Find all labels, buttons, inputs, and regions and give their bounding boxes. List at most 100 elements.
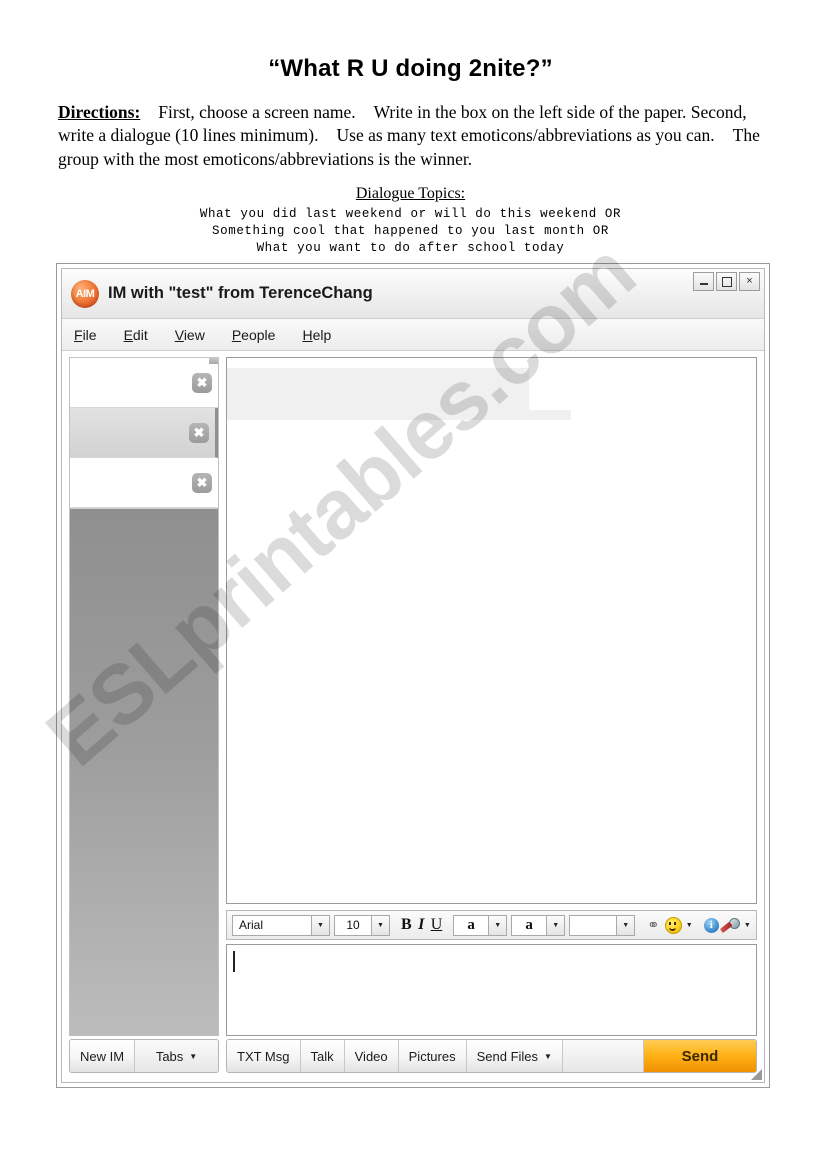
- resize-grip[interactable]: [750, 1068, 762, 1080]
- chevron-down-icon[interactable]: ▼: [311, 915, 329, 935]
- aim-window-frame: AIM IM with "test" from TerenceChang × F…: [56, 263, 770, 1088]
- directions-block: Directions: First, choose a screen name. W…: [58, 101, 771, 171]
- menubar: File Edit View People Help: [62, 319, 764, 351]
- font-family-select[interactable]: Arial ▼: [232, 914, 330, 936]
- format-toolbar: Arial ▼ 10 ▼ B I U a ▼ a ▼ ▼ ⚭ ▼ i ▼: [226, 910, 757, 940]
- right-button-group: TXT Msg Talk Video Pictures Send Files ▼ …: [226, 1039, 757, 1073]
- new-im-button[interactable]: New IM: [70, 1040, 136, 1072]
- menu-accel: V: [174, 326, 184, 343]
- background-color-swatch: [570, 916, 616, 935]
- background-color-select[interactable]: ▼: [569, 914, 636, 936]
- maximize-icon[interactable]: [716, 272, 737, 291]
- menu-item-help[interactable]: Help: [302, 327, 331, 343]
- text-color-glyph: a: [467, 916, 475, 933]
- txt-msg-label: TXT Msg: [237, 1048, 290, 1064]
- directions-line1a: First, choose a screen name.: [158, 102, 356, 122]
- menu-accel: E: [123, 326, 133, 343]
- dialogue-topics-heading: Dialogue Topics:: [355, 184, 466, 202]
- page-title: “What R U doing 2nite?”: [268, 55, 553, 82]
- menu-label: dit: [132, 326, 148, 343]
- directions-line1b: Write in the box on the left side of the…: [373, 102, 687, 122]
- aim-logo-icon: AIM: [71, 279, 99, 308]
- conversation-tabs-sidebar: ✖ ✖ ✖: [69, 357, 219, 1036]
- conversation-tab[interactable]: ✖: [70, 458, 218, 508]
- conversation-tab-selected[interactable]: ✖: [70, 408, 218, 458]
- tab-close-icon[interactable]: ✖: [189, 422, 209, 443]
- menu-accel: F: [74, 326, 83, 343]
- underline-button[interactable]: U: [431, 916, 443, 934]
- topic-line: What you want to do after school today: [256, 241, 565, 256]
- menu-label: iew: [183, 326, 205, 343]
- window-controls: ×: [693, 272, 760, 291]
- talk-label: Talk: [310, 1048, 334, 1064]
- video-label: Video: [354, 1048, 388, 1064]
- chevron-down-icon[interactable]: ▼: [744, 921, 751, 929]
- menu-item-file[interactable]: File: [74, 327, 97, 343]
- menu-accel: P: [231, 326, 242, 343]
- pictures-button[interactable]: Pictures: [398, 1040, 467, 1072]
- microphone-icon[interactable]: [719, 915, 740, 935]
- info-icon[interactable]: i: [703, 915, 719, 935]
- tab-list: ✖ ✖ ✖: [70, 358, 218, 508]
- send-files-button[interactable]: Send Files ▼: [466, 1040, 563, 1072]
- chevron-down-icon[interactable]: ▼: [488, 915, 507, 935]
- message-placeholder-block: [227, 368, 529, 410]
- chevron-down-icon: ▼: [189, 1051, 198, 1061]
- topic-line: Something cool that happened to you last…: [212, 224, 609, 239]
- send-files-label: Send Files: [476, 1048, 539, 1064]
- chevron-down-icon[interactable]: ▼: [371, 915, 389, 935]
- chevron-down-icon[interactable]: ▼: [616, 915, 635, 935]
- menu-item-view[interactable]: View: [175, 327, 205, 343]
- send-button[interactable]: Send: [644, 1040, 756, 1072]
- pictures-label: Pictures: [408, 1048, 456, 1064]
- txt-msg-button[interactable]: TXT Msg: [227, 1040, 301, 1072]
- info-icon-glyph: i: [703, 917, 719, 933]
- menu-label: eople: [241, 326, 276, 343]
- menu-label: elp: [312, 326, 332, 343]
- chevron-down-icon[interactable]: ▼: [686, 921, 693, 929]
- highlight-color-glyph: a: [525, 916, 533, 933]
- close-icon[interactable]: ×: [739, 272, 760, 291]
- sidebar-empty-area: [70, 508, 218, 1036]
- dialogue-topics-section: Dialogue Topics: What you did last weeke…: [0, 185, 821, 258]
- aim-window: AIM IM with "test" from TerenceChang × F…: [61, 268, 765, 1083]
- font-size-select[interactable]: 10 ▼: [334, 914, 390, 936]
- left-button-group: New IM Tabs ▼: [69, 1039, 219, 1073]
- new-im-label: New IM: [80, 1048, 125, 1064]
- message-compose-input[interactable]: [226, 944, 757, 1036]
- talk-button[interactable]: Talk: [300, 1040, 345, 1072]
- chevron-down-icon[interactable]: ▼: [546, 915, 565, 935]
- chevron-down-icon: ▼: [544, 1051, 552, 1061]
- video-button[interactable]: Video: [344, 1040, 399, 1072]
- text-color-select[interactable]: a ▼: [453, 914, 508, 936]
- minimize-icon[interactable]: [693, 272, 714, 291]
- link-icon[interactable]: ⚭: [646, 915, 661, 935]
- menu-item-edit[interactable]: Edit: [124, 327, 148, 343]
- menu-label: ile: [82, 326, 97, 343]
- font-family-value: Arial: [239, 918, 264, 932]
- topic-line: What you did last weekend or will do thi…: [199, 206, 622, 221]
- italic-button[interactable]: I: [416, 916, 427, 934]
- directions-line2b: Use as many text emoticons/abbreviations: [336, 125, 632, 146]
- directions-label: Directions:: [58, 102, 141, 122]
- directions-line3a: as you can.: [636, 125, 715, 146]
- bold-button[interactable]: B: [401, 916, 412, 934]
- titlebar: AIM IM with "test" from TerenceChang ×: [62, 269, 764, 319]
- font-size-value: 10: [346, 918, 360, 932]
- message-history-area[interactable]: [226, 357, 757, 904]
- menu-item-people[interactable]: People: [232, 327, 276, 343]
- smiley-icon[interactable]: [664, 915, 682, 935]
- dialogue-topics-list: What you did last weekend or will do thi…: [0, 206, 821, 258]
- message-placeholder-block: [227, 410, 571, 420]
- scrollbar-thumb[interactable]: [209, 358, 218, 364]
- tabs-label: Tabs: [155, 1048, 184, 1064]
- conversation-pane: Arial ▼ 10 ▼ B I U a ▼ a ▼ ▼ ⚭ ▼ i ▼: [226, 357, 757, 1036]
- highlight-color-select[interactable]: a ▼: [511, 914, 566, 936]
- sidebar-scrollbar[interactable]: [208, 358, 218, 508]
- toolbar-spacer: [562, 1040, 644, 1072]
- aim-body: ✖ ✖ ✖ Arial ▼ 10 ▼ B I U a ▼ a ▼ ▼ ⚭ ▼ i…: [62, 351, 764, 1036]
- conversation-tab[interactable]: ✖: [70, 358, 218, 408]
- tabs-button[interactable]: Tabs ▼: [135, 1040, 218, 1072]
- text-caret: [233, 951, 235, 972]
- bottom-button-bar: New IM Tabs ▼ TXT Msg Talk Video Pictures…: [62, 1036, 764, 1082]
